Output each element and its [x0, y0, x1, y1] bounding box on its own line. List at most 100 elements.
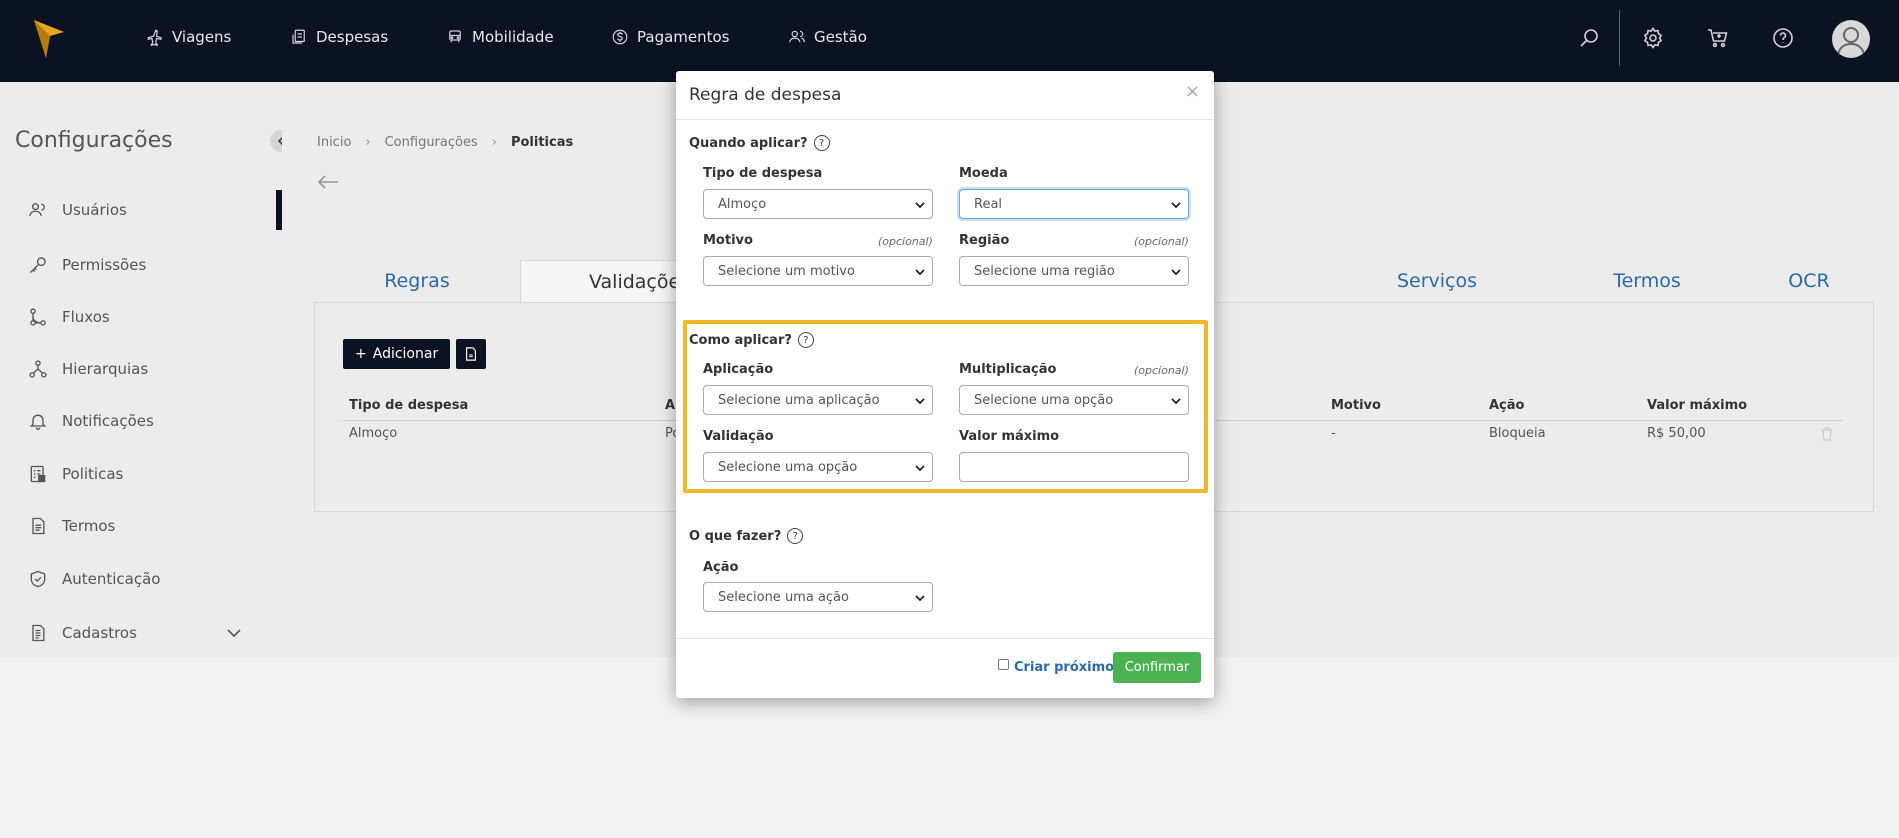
sidebar-item-notificacoes[interactable]: Notificações — [28, 410, 154, 432]
acao-value: Selecione uma ação — [718, 589, 849, 605]
help-icon[interactable]: ? — [787, 528, 804, 544]
policy-icon — [30, 465, 46, 483]
section-when: Quando aplicar? ? — [689, 135, 830, 151]
file-icon — [466, 347, 476, 361]
acao-label: Ação — [703, 560, 739, 575]
aplicacao-value: Selecione uma aplicação — [718, 392, 880, 408]
sidebar-item-cadastros[interactable]: Cadastros — [28, 622, 137, 644]
regiao-select[interactable]: Selecione uma região — [959, 256, 1189, 286]
plane-icon — [147, 29, 162, 46]
column-header: Motivo — [1331, 398, 1381, 413]
sidebar-item-label: Notificações — [62, 412, 154, 430]
multiplicacao-value: Selecione uma opção — [974, 392, 1114, 408]
nav-despesas-label: Despesas — [316, 28, 389, 46]
confirm-button[interactable]: Confirmar — [1113, 652, 1201, 683]
tipo-despesa-label: Tipo de despesa — [703, 166, 823, 181]
user-avatar-icon — [1837, 27, 1865, 55]
valor-maximo-label: Valor máximo — [959, 429, 1060, 444]
column-header: A — [665, 398, 676, 413]
column-header: Tipo de despesa — [349, 398, 469, 413]
chevron-right-icon: › — [365, 135, 371, 150]
chevron-down-icon — [1171, 269, 1181, 276]
breadcrumb: Inicio › Configurações › Politicas — [317, 135, 573, 150]
section-how-title: Como aplicar? — [689, 332, 792, 348]
create-next-label[interactable]: Criar próximo — [1014, 660, 1114, 675]
nav-gestao[interactable]: Gestão — [788, 26, 867, 48]
trash-icon[interactable] — [1821, 427, 1833, 441]
help-icon[interactable]: ? — [813, 135, 830, 151]
section-when-title: Quando aplicar? — [689, 135, 808, 151]
help-button[interactable] — [1771, 26, 1795, 50]
moeda-value: Real — [974, 196, 1003, 212]
table-cell: Bloqueia — [1489, 426, 1546, 441]
chevron-down-icon — [1171, 398, 1181, 405]
nav-mobilidade[interactable]: Mobilidade — [446, 26, 554, 48]
motivo-value: Selecione um motivo — [718, 263, 855, 279]
sidebar-item-usuarios[interactable]: Usuários — [28, 199, 127, 221]
sidebar-item-label: Usuários — [62, 201, 127, 219]
validacao-select[interactable]: Selecione uma opção — [703, 452, 933, 482]
nav-pagamentos-label: Pagamentos — [637, 28, 730, 46]
hierarchy-icon — [29, 360, 47, 378]
section-how: Como aplicar? ? — [689, 332, 814, 348]
sidebar-item-label: Cadastros — [62, 624, 137, 642]
avatar[interactable] — [1832, 20, 1870, 58]
sidebar-item-termos[interactable]: Termos — [28, 515, 115, 537]
tipo-despesa-select[interactable]: Almoço — [703, 189, 933, 219]
breadcrumb-configuracoes[interactable]: Configurações — [385, 135, 478, 150]
back-arrow-icon[interactable] — [317, 174, 339, 190]
modal-footer-divider — [676, 638, 1214, 639]
bell-icon — [29, 414, 47, 430]
cart-button[interactable] — [1706, 26, 1730, 50]
breadcrumb-inicio[interactable]: Inicio — [317, 135, 351, 150]
help-icon — [1773, 28, 1793, 48]
settings-button[interactable] — [1641, 26, 1665, 50]
register-icon — [32, 624, 45, 642]
export-button[interactable] — [456, 339, 486, 369]
sidebar-item-permissoes[interactable]: Permissões — [28, 254, 146, 276]
sidebar-item-hierarquias[interactable]: Hierarquias — [28, 358, 148, 380]
tab-termos[interactable]: Termos — [1542, 260, 1752, 302]
nav-mobilidade-label: Mobilidade — [472, 28, 554, 46]
sidebar-title: Configurações — [15, 128, 173, 153]
gear-icon — [1643, 27, 1663, 49]
sidebar: Configurações Usuários Permissões Fluxos… — [0, 82, 282, 657]
tab-ocr[interactable]: OCR — [1752, 260, 1866, 302]
multiplicacao-optional: (opcional) — [1134, 364, 1189, 377]
chevron-down-icon — [1171, 202, 1181, 209]
sidebar-item-label: Termos — [62, 517, 116, 535]
tipo-despesa-value: Almoço — [718, 196, 767, 212]
moeda-select[interactable]: Real — [959, 189, 1189, 219]
section-what-title: O que fazer? — [689, 528, 782, 544]
nav-despesas[interactable]: Despesas — [290, 26, 388, 48]
motivo-select[interactable]: Selecione um motivo — [703, 256, 933, 286]
sidebar-item-fluxos[interactable]: Fluxos — [28, 306, 110, 328]
tab-servicos[interactable]: Serviços — [1332, 260, 1542, 302]
motivo-label: Motivo — [703, 233, 753, 248]
document-icon — [32, 517, 45, 535]
top-navbar: Viagens Despesas Mobilidade Pagamentos G… — [0, 0, 1899, 82]
chevron-down-icon — [915, 269, 925, 276]
add-button[interactable]: + Adicionar — [343, 339, 451, 369]
search-icon — [1580, 29, 1598, 47]
aplicacao-select[interactable]: Selecione uma aplicação — [703, 385, 933, 415]
users-icon — [788, 30, 806, 43]
receipt-icon — [292, 29, 305, 44]
sidebar-item-politicas[interactable]: Politicas — [28, 463, 123, 485]
help-icon[interactable]: ? — [797, 332, 814, 348]
tab-regras[interactable]: Regras — [314, 260, 520, 302]
search-button[interactable] — [1577, 26, 1601, 50]
chevron-down-icon[interactable] — [226, 625, 242, 641]
sidebar-item-autenticacao[interactable]: Autenticação — [28, 568, 161, 590]
flow-icon — [30, 308, 46, 326]
logo-icon[interactable] — [32, 18, 66, 60]
close-icon[interactable]: × — [1185, 81, 1200, 102]
multiplicacao-select[interactable]: Selecione uma opção — [959, 385, 1189, 415]
create-next-checkbox[interactable] — [998, 659, 1009, 670]
nav-pagamentos[interactable]: Pagamentos — [611, 26, 730, 48]
nav-viagens[interactable]: Viagens — [146, 26, 231, 48]
table-cell: - — [1331, 426, 1336, 441]
acao-select[interactable]: Selecione uma ação — [703, 582, 933, 612]
valor-maximo-input[interactable] — [959, 452, 1189, 482]
chevron-down-icon — [915, 465, 925, 472]
